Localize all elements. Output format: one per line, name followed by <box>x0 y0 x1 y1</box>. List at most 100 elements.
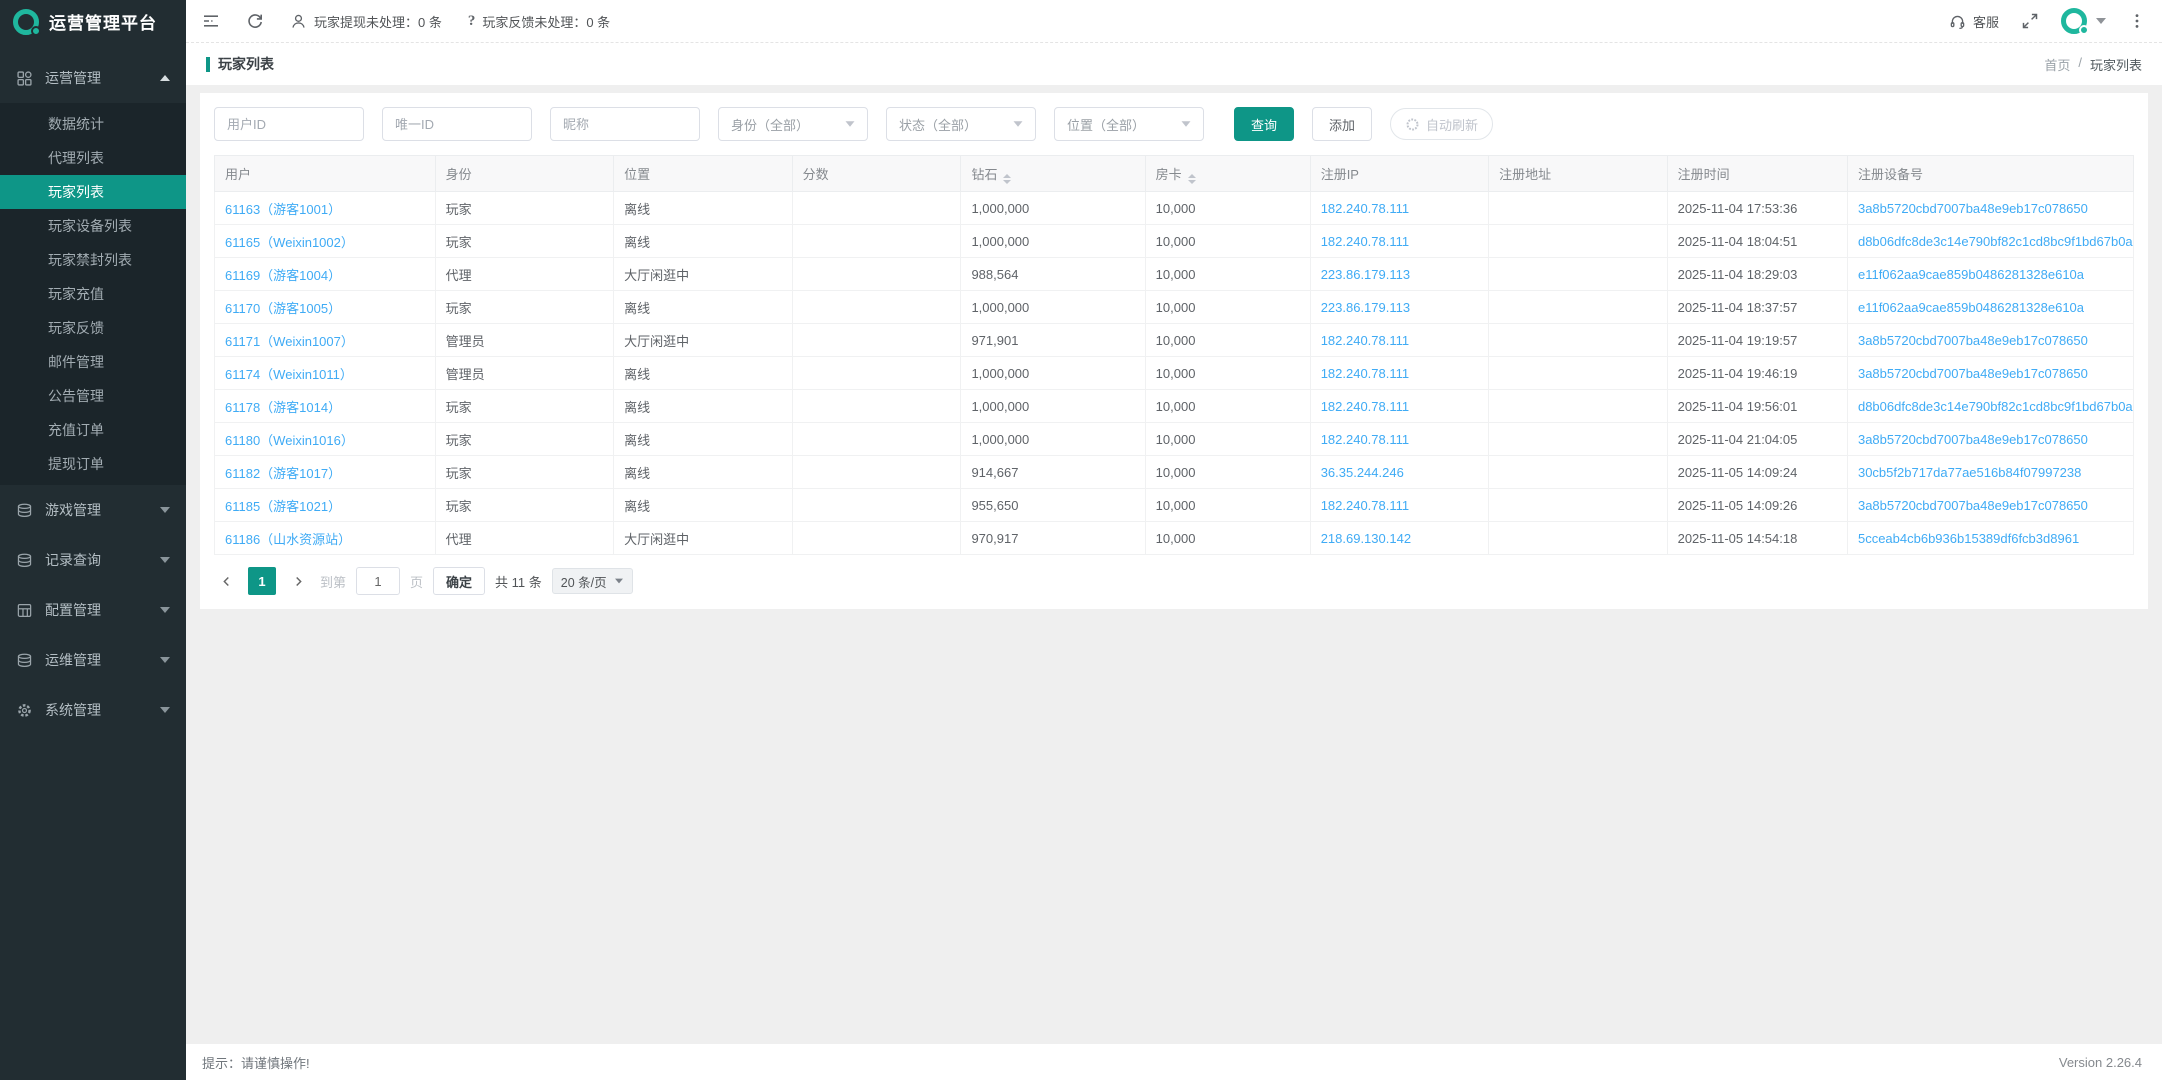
sort-icon[interactable] <box>1188 174 1196 184</box>
customer-service-button[interactable]: 客服 <box>1949 12 1999 31</box>
user-link[interactable]: 61174（Weixin1011） <box>225 367 353 382</box>
sidebar-group-4[interactable]: 运维管理 <box>0 635 186 685</box>
sort-icon[interactable] <box>1003 174 1011 184</box>
sidebar-item-0-6[interactable]: 玩家反馈 <box>0 311 186 345</box>
prev-page-button[interactable] <box>214 567 238 595</box>
reg_device-link[interactable]: d8b06dfc8de3c14e790bf82c1cd8bc9f1bd67b0a <box>1858 399 2133 414</box>
cell-score <box>792 522 961 555</box>
cell-reg_ip: 182.240.78.111 <box>1310 423 1488 456</box>
sidebar-group-0[interactable]: 运营管理 <box>0 53 186 103</box>
breadcrumb-home[interactable]: 首页 <box>2044 55 2070 74</box>
reg_ip-link[interactable]: 36.35.244.246 <box>1321 465 1404 480</box>
sidebar: 运营管理平台 运营管理数据统计代理列表玩家列表玩家设备列表玩家禁封列表玩家充值玩… <box>0 0 186 1080</box>
sidebar-item-0-1[interactable]: 代理列表 <box>0 141 186 175</box>
sidebar-item-0-9[interactable]: 充值订单 <box>0 413 186 447</box>
reg_device-link[interactable]: 5cceab4cb6b936b15389df6fcb3d8961 <box>1858 531 2079 546</box>
user-id-input[interactable] <box>214 107 364 141</box>
user-link[interactable]: 61170（游客1005） <box>225 301 341 316</box>
col-header-room_card[interactable]: 房卡 <box>1145 156 1310 192</box>
reg_device-link[interactable]: 3a8b5720cbd7007ba48e9eb17c078650 <box>1858 333 2088 348</box>
more-menu-icon[interactable] <box>2128 12 2146 30</box>
sidebar-item-0-3[interactable]: 玩家设备列表 <box>0 209 186 243</box>
reg_device-link[interactable]: 3a8b5720cbd7007ba48e9eb17c078650 <box>1858 498 2088 513</box>
feedback-pending-stat[interactable]: ? 玩家反馈未处理：0 条 <box>468 12 610 31</box>
sidebar-group-5[interactable]: 系统管理 <box>0 685 186 735</box>
sidebar-item-0-7[interactable]: 邮件管理 <box>0 345 186 379</box>
reg_device-link[interactable]: e11f062aa9cae859b0486281328e610a <box>1858 300 2084 315</box>
reg_ip-link[interactable]: 223.86.179.113 <box>1321 267 1410 282</box>
user-link[interactable]: 61185（游客1021） <box>225 499 341 514</box>
col-header-reg_ip: 注册IP <box>1310 156 1488 192</box>
user-link[interactable]: 61165（Weixin1002） <box>225 235 354 250</box>
title-accent-bar <box>206 57 210 72</box>
cell-reg_device: e11f062aa9cae859b0486281328e610a <box>1847 258 2133 291</box>
select-value: 位置（全部） <box>1067 115 1145 134</box>
sidebar-item-0-4[interactable]: 玩家禁封列表 <box>0 243 186 277</box>
page-size-select[interactable]: 20 条/页 <box>552 568 633 594</box>
cell-room_card: 10,000 <box>1145 456 1310 489</box>
reg_ip-link[interactable]: 182.240.78.111 <box>1321 201 1409 216</box>
user-icon <box>290 13 307 30</box>
nickname-input[interactable] <box>550 107 700 141</box>
goto-page-input[interactable] <box>356 567 400 595</box>
cell-location: 大厅闲逛中 <box>614 324 792 357</box>
cell-score <box>792 390 961 423</box>
col-header-reg_device: 注册设备号 <box>1847 156 2133 192</box>
sidebar-item-0-5[interactable]: 玩家充值 <box>0 277 186 311</box>
identity-select[interactable]: 身份（全部） <box>718 107 868 141</box>
reg_ip-link[interactable]: 182.240.78.111 <box>1321 366 1409 381</box>
auto-refresh-toggle[interactable]: 自动刷新 <box>1390 108 1493 140</box>
user-link[interactable]: 61182（游客1017） <box>225 466 341 481</box>
cell-reg_ip: 182.240.78.111 <box>1310 225 1488 258</box>
sidebar-group-1[interactable]: 游戏管理 <box>0 485 186 535</box>
user-link[interactable]: 61169（游客1004） <box>225 268 341 283</box>
cell-reg_addr <box>1489 489 1667 522</box>
app-logo[interactable]: 运营管理平台 <box>0 0 186 43</box>
reg_ip-link[interactable]: 218.69.130.142 <box>1321 531 1411 546</box>
cell-room_card: 10,000 <box>1145 324 1310 357</box>
position-select[interactable]: 位置（全部） <box>1054 107 1204 141</box>
collapse-sidebar-icon[interactable] <box>202 12 220 30</box>
next-page-button[interactable] <box>286 567 310 595</box>
status-select[interactable]: 状态（全部） <box>886 107 1036 141</box>
sidebar-item-0-10[interactable]: 提现订单 <box>0 447 186 481</box>
col-header-diamond[interactable]: 钻石 <box>961 156 1145 192</box>
reg_ip-link[interactable]: 182.240.78.111 <box>1321 498 1409 513</box>
refresh-icon[interactable] <box>246 12 264 30</box>
reg_device-link[interactable]: 3a8b5720cbd7007ba48e9eb17c078650 <box>1858 201 2088 216</box>
user-link[interactable]: 61180（Weixin1016） <box>225 433 354 448</box>
add-button[interactable]: 添加 <box>1312 107 1372 141</box>
reg_ip-link[interactable]: 223.86.179.113 <box>1321 300 1410 315</box>
user-link[interactable]: 61186（山水资源站） <box>225 532 351 547</box>
fullscreen-icon[interactable] <box>2021 12 2039 30</box>
page-1-button[interactable]: 1 <box>248 567 276 595</box>
user-link[interactable]: 61163（游客1001） <box>225 202 341 217</box>
cell-reg_ip: 182.240.78.111 <box>1310 489 1488 522</box>
reg_ip-link[interactable]: 182.240.78.111 <box>1321 333 1409 348</box>
sidebar-item-0-8[interactable]: 公告管理 <box>0 379 186 413</box>
unique-id-input[interactable] <box>382 107 532 141</box>
sidebar-item-0-2[interactable]: 玩家列表 <box>0 175 186 209</box>
sidebar-item-0-0[interactable]: 数据统计 <box>0 107 186 141</box>
search-button[interactable]: 查询 <box>1234 107 1294 141</box>
user-link[interactable]: 61178（游客1014） <box>225 400 341 415</box>
reg_ip-link[interactable]: 182.240.78.111 <box>1321 399 1409 414</box>
reg_device-link[interactable]: 3a8b5720cbd7007ba48e9eb17c078650 <box>1858 432 2088 447</box>
user-link[interactable]: 61171（Weixin1007） <box>225 334 354 349</box>
withdraw-pending-stat[interactable]: 玩家提现未处理：0 条 <box>290 12 442 31</box>
reg_device-link[interactable]: e11f062aa9cae859b0486281328e610a <box>1858 267 2084 282</box>
reg_ip-link[interactable]: 182.240.78.111 <box>1321 234 1409 249</box>
sidebar-group-3[interactable]: 配置管理 <box>0 585 186 635</box>
cell-location: 离线 <box>614 291 792 324</box>
confirm-page-button[interactable]: 确定 <box>433 567 485 595</box>
cell-reg_time: 2025-11-04 21:04:05 <box>1667 423 1847 456</box>
reg_device-link[interactable]: d8b06dfc8de3c14e790bf82c1cd8bc9f1bd67b0a <box>1858 234 2133 249</box>
cell-reg_addr <box>1489 192 1667 225</box>
config-icon <box>16 601 34 619</box>
reg_device-link[interactable]: 30cb5f2b717da77ae516b84f07997238 <box>1858 465 2081 480</box>
user-menu[interactable] <box>2061 8 2106 34</box>
records-icon <box>16 551 34 569</box>
reg_device-link[interactable]: 3a8b5720cbd7007ba48e9eb17c078650 <box>1858 366 2088 381</box>
reg_ip-link[interactable]: 182.240.78.111 <box>1321 432 1409 447</box>
sidebar-group-2[interactable]: 记录查询 <box>0 535 186 585</box>
